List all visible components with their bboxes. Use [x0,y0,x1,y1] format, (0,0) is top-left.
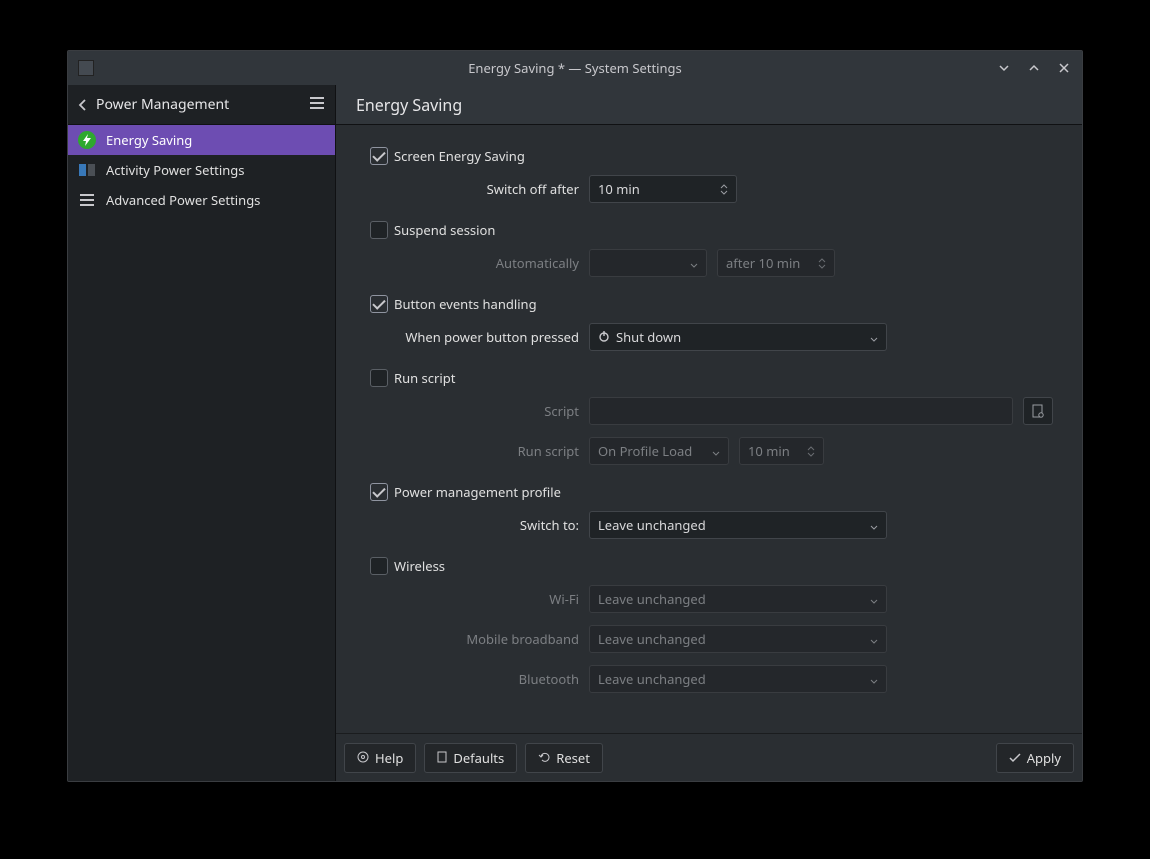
hamburger-menu-button[interactable] [309,96,325,114]
bluetooth-label: Bluetooth [364,670,589,688]
apply-button[interactable]: Apply [996,743,1074,773]
mobile-broadband-combo: Leave unchanged [589,625,887,653]
minimize-button[interactable] [996,60,1012,76]
suspend-session-checkbox[interactable] [370,221,388,239]
power-button-action-combo[interactable]: Shut down [589,323,887,351]
switch-to-combo[interactable]: Leave unchanged [589,511,887,539]
energy-icon [78,131,96,149]
document-icon [437,749,447,767]
main-panel: Energy Saving Screen Energy Saving Switc… [336,85,1082,781]
check-icon [1009,749,1021,767]
screen-energy-label: Screen Energy Saving [394,147,525,165]
wireless-label: Wireless [394,557,445,575]
titlebar: Energy Saving * — System Settings [68,51,1082,85]
pm-profile-label: Power management profile [394,483,561,501]
close-button[interactable] [1056,60,1072,76]
help-button[interactable]: Help [344,743,416,773]
maximize-button[interactable] [1026,60,1042,76]
breadcrumb[interactable]: Power Management [96,95,229,114]
spinner-arrows-icon [807,446,815,457]
switch-to-label: Switch to: [364,516,589,534]
settings-window: Energy Saving * — System Settings Power … [67,50,1083,782]
suspend-session-label: Suspend session [394,221,495,239]
sidebar-item-label: Activity Power Settings [106,161,245,179]
footer: Help Defaults Reset Apply [336,733,1082,781]
browse-script-button [1023,397,1053,425]
panel-content: Screen Energy Saving Switch off after 10… [336,125,1082,733]
chevron-down-icon [690,254,698,272]
app-icon [78,60,94,76]
script-label: Script [364,402,589,420]
pm-profile-checkbox[interactable] [370,483,388,501]
when-power-button-label: When power button pressed [364,328,589,346]
chevron-down-icon [870,670,878,688]
run-script-trigger-combo: On Profile Load [589,437,729,465]
reset-button[interactable]: Reset [525,743,603,773]
automatically-label: Automatically [364,254,589,272]
chevron-down-icon [870,590,878,608]
window-title: Energy Saving * — System Settings [68,59,1082,77]
sidebar: Power Management Energy Saving Activity … [68,85,336,781]
advanced-icon [78,191,96,209]
button-events-checkbox[interactable] [370,295,388,313]
chevron-down-icon [870,328,878,346]
wifi-combo: Leave unchanged [589,585,887,613]
bluetooth-combo: Leave unchanged [589,665,887,693]
activity-icon [78,161,96,179]
run-script-checkbox[interactable] [370,369,388,387]
run-script-delay-spinner: 10 min [739,437,824,465]
wifi-label: Wi-Fi [364,590,589,608]
switch-off-after-spinner[interactable]: 10 min [589,175,737,203]
spinner-arrows-icon [818,258,826,269]
defaults-button[interactable]: Defaults [424,743,517,773]
chevron-down-icon [870,516,878,534]
screen-energy-checkbox[interactable] [370,147,388,165]
suspend-action-combo [589,249,707,277]
button-events-label: Button events handling [394,295,537,313]
undo-icon [538,749,550,767]
sidebar-item-activity-power[interactable]: Activity Power Settings [68,155,335,185]
sidebar-item-label: Advanced Power Settings [106,191,260,209]
back-button[interactable] [78,98,88,112]
page-title: Energy Saving [356,94,462,116]
switch-off-after-label: Switch off after [364,180,589,198]
spinner-arrows-icon [720,184,728,195]
panel-header: Energy Saving [336,85,1082,125]
power-icon [598,328,610,346]
sidebar-item-advanced-power[interactable]: Advanced Power Settings [68,185,335,215]
chevron-down-icon [712,442,720,460]
sidebar-header: Power Management [68,85,335,125]
sidebar-item-label: Energy Saving [106,131,192,149]
wireless-checkbox[interactable] [370,557,388,575]
sidebar-item-energy-saving[interactable]: Energy Saving [68,125,335,155]
help-icon [357,749,369,767]
run-script-label: Run script [394,369,455,387]
suspend-after-spinner: after 10 min [717,249,835,277]
mobile-broadband-label: Mobile broadband [364,630,589,648]
chevron-down-icon [870,630,878,648]
run-script-trigger-label: Run script [364,442,589,460]
script-path-input [589,397,1013,425]
